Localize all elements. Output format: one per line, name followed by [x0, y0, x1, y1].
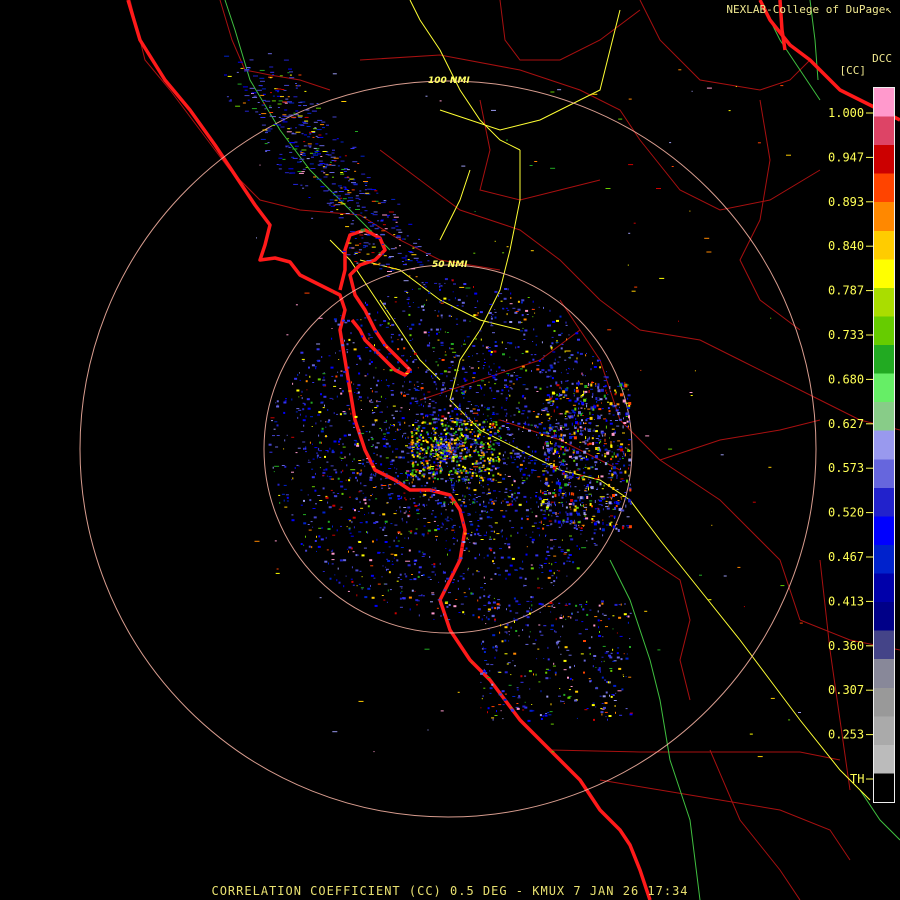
radar-map: 50 NMI 100 NMI 1.000 0.947 0.893 0.840 0.787… — [79, 0, 900, 900]
colorbar-tick-label: 0.520 — [828, 506, 864, 520]
cursor-icon: ↖ — [885, 3, 892, 16]
credit-label: NEXLAB-College of DuPage↖ — [726, 3, 892, 16]
colorbar-tick-label: 0.253 — [828, 728, 864, 742]
colorbar — [873, 87, 895, 803]
colorbar-ticks: 1.000 0.947 0.893 0.840 0.787 0.733 0.680 0.627… — [828, 106, 873, 786]
radar-echoes — [224, 53, 803, 758]
range-ring-label-100: 100 NMI — [428, 76, 470, 86]
colorbar-tick-label: TH — [850, 772, 864, 786]
colorbar-tick-label: 0.947 — [828, 150, 864, 164]
colorbar-tick-label: 0.413 — [828, 594, 864, 608]
colorbar-tick-label: 0.360 — [828, 639, 864, 653]
colorbar-tick-label: 0.680 — [828, 372, 864, 386]
county-boundaries — [129, 0, 900, 900]
colorbar-tick-label: 0.573 — [828, 461, 864, 475]
colorbar-tick-label: 0.787 — [828, 284, 864, 298]
scale-unit-label: [CC] — [839, 64, 867, 77]
product-code-label: DCC — [872, 52, 892, 65]
colorbar-tick-label: 0.840 — [828, 239, 864, 253]
radar-viewer: 50 NMI 100 NMI 1.000 0.947 0.893 0.840 0.787… — [0, 0, 900, 900]
colorbar-tick-label: 0.733 — [828, 328, 864, 342]
product-title: CORRELATION COEFFICIENT (CC) 0.5 DEG - K… — [211, 884, 689, 898]
colorbar-tick-label: 1.000 — [828, 106, 864, 120]
colorbar-tick-label: 0.467 — [828, 550, 864, 564]
colorbar-tick-label: 0.627 — [828, 417, 864, 431]
range-ring-label-50: 50 NMI — [432, 260, 468, 270]
colorbar-tick-label: 0.893 — [828, 195, 864, 209]
colorbar-tick-label: 0.307 — [828, 683, 864, 697]
